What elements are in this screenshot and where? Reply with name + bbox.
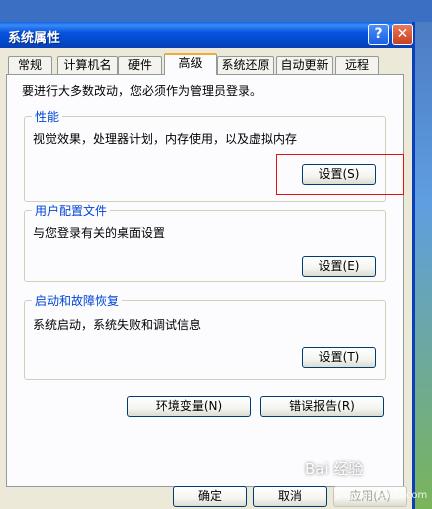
watermark-url: jingyan.baidu.com <box>335 490 428 501</box>
desktop-background <box>0 0 432 22</box>
close-button[interactable]: ✕ <box>392 24 413 45</box>
close-icon: ✕ <box>396 26 409 42</box>
question-icon: ? <box>374 26 383 42</box>
startup-recovery-group <box>24 300 386 380</box>
ok-button[interactable]: 确定 <box>173 486 247 507</box>
tab-advanced[interactable]: 高级 <box>164 53 217 75</box>
title-bar[interactable]: 系统属性 ? ✕ <box>0 22 413 48</box>
tab-general[interactable]: 常规 <box>8 56 52 74</box>
error-reporting-button[interactable]: 错误报告(R) <box>260 396 384 417</box>
tab-hardware[interactable]: 硬件 <box>118 56 162 74</box>
environment-variables-button[interactable]: 环境变量(N) <box>127 396 251 417</box>
tab-remote[interactable]: 远程 <box>335 56 379 74</box>
performance-title: 性能 <box>32 108 63 125</box>
annotation-highlight-box <box>276 154 404 195</box>
window-title: 系统属性 <box>8 31 61 46</box>
tab-system-restore[interactable]: 系统还原 <box>217 56 274 74</box>
startup-recovery-title: 启动和故障恢复 <box>32 292 123 309</box>
user-profiles-description: 与您登录有关的桌面设置 <box>33 226 166 240</box>
user-profiles-title: 用户配置文件 <box>32 202 111 219</box>
tab-automatic-updates[interactable]: 自动更新 <box>276 56 333 74</box>
user-profiles-settings-button[interactable]: 设置(E) <box>302 256 376 277</box>
help-button[interactable]: ? <box>368 24 389 45</box>
system-properties-window: 系统属性 ? ✕ 常规 计算机名 硬件 高级 系统还原 自动更新 远程 要进行大… <box>0 22 415 509</box>
startup-recovery-description: 系统启动，系统失败和调试信息 <box>33 318 202 332</box>
tab-computer-name[interactable]: 计算机名 <box>57 56 118 74</box>
admin-note: 要进行大多数改动，您必须作为管理员登录。 <box>22 84 263 98</box>
startup-recovery-settings-button[interactable]: 设置(T) <box>302 347 376 368</box>
performance-description: 视觉效果，处理器计划，内存使用，以及虚拟内存 <box>33 132 298 146</box>
